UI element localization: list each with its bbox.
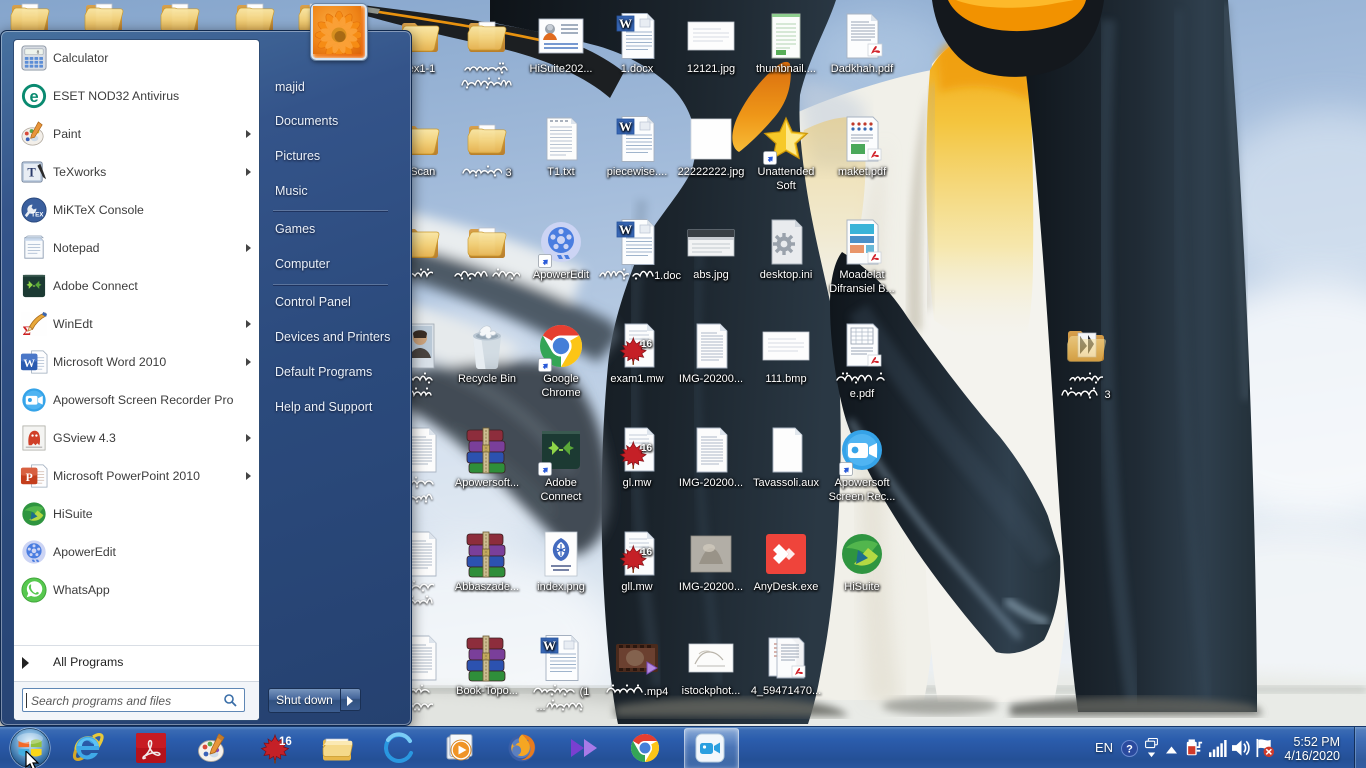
svg-text:?: ? xyxy=(1126,744,1133,756)
